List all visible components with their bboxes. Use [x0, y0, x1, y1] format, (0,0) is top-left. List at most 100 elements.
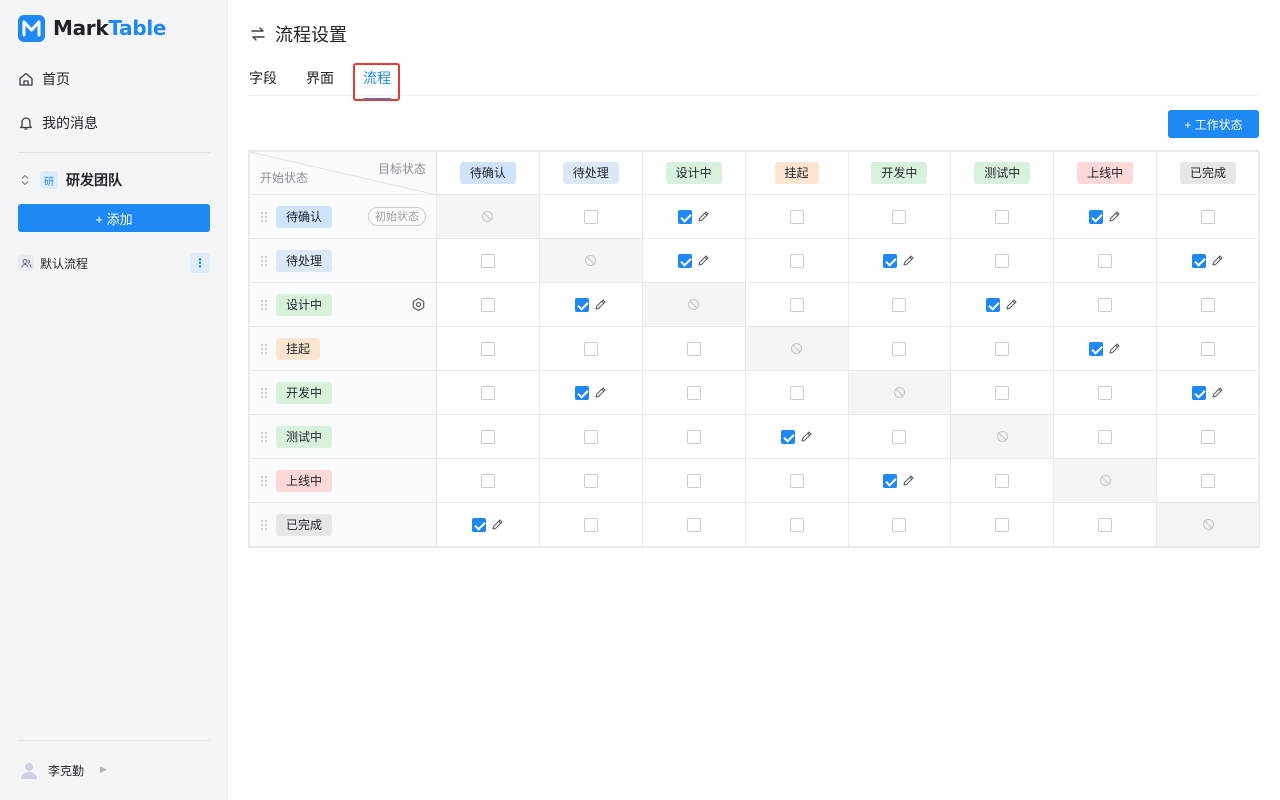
user-name: 李克勤	[48, 763, 85, 778]
transition-checkbox[interactable]	[789, 209, 804, 224]
transition-checkbox[interactable]	[686, 517, 701, 532]
drag-handle-icon[interactable]	[260, 519, 268, 531]
transition-checkbox[interactable]	[1098, 517, 1113, 532]
tab-fields[interactable]: 字段	[249, 68, 277, 92]
edit-icon[interactable]	[491, 518, 504, 531]
transition-checkbox[interactable]	[995, 517, 1010, 532]
transition-checkbox[interactable]	[892, 341, 907, 356]
transition-cell	[744, 282, 849, 327]
transition-checkbox[interactable]	[1098, 253, 1113, 268]
transition-checkbox[interactable]	[1098, 429, 1113, 444]
row-header: 已完成	[249, 502, 437, 547]
transition-checkbox[interactable]	[1098, 297, 1113, 312]
edit-icon[interactable]	[800, 430, 813, 443]
drag-handle-icon[interactable]	[260, 387, 268, 399]
transition-checkbox[interactable]	[995, 209, 1010, 224]
transition-checkbox[interactable]	[574, 385, 589, 400]
transition-checkbox[interactable]	[986, 297, 1001, 312]
transition-checkbox[interactable]	[686, 341, 701, 356]
transition-checkbox[interactable]	[480, 297, 495, 312]
transition-checkbox[interactable]	[480, 253, 495, 268]
transition-checkbox[interactable]	[1089, 209, 1104, 224]
transition-checkbox[interactable]	[1201, 473, 1216, 488]
transition-checkbox[interactable]	[1192, 385, 1207, 400]
transition-checkbox[interactable]	[789, 473, 804, 488]
transition-cell	[847, 502, 952, 547]
transition-checkbox[interactable]	[677, 253, 692, 268]
settings-icon[interactable]	[411, 297, 426, 312]
transition-checkbox[interactable]	[1201, 429, 1216, 444]
transition-cell	[436, 326, 540, 371]
transition-checkbox[interactable]	[480, 341, 495, 356]
drag-handle-icon[interactable]	[260, 211, 268, 223]
edit-icon[interactable]	[902, 474, 915, 487]
transition-checkbox[interactable]	[480, 473, 495, 488]
sidebar-item-default-flow[interactable]: 默认流程 ⋮	[18, 252, 210, 274]
column-header: 测试中	[950, 151, 1055, 195]
transition-checkbox[interactable]	[789, 253, 804, 268]
edit-icon[interactable]	[1211, 254, 1224, 267]
transition-checkbox[interactable]	[883, 473, 898, 488]
edit-icon[interactable]	[1005, 298, 1018, 311]
transition-checkbox[interactable]	[789, 297, 804, 312]
transition-checkbox[interactable]	[480, 429, 495, 444]
more-options-icon[interactable]: ⋮	[190, 253, 210, 273]
transition-checkbox[interactable]	[471, 517, 486, 532]
nav-item-messages[interactable]: 我的消息	[18, 111, 98, 135]
drag-handle-icon[interactable]	[260, 255, 268, 267]
transition-checkbox[interactable]	[686, 473, 701, 488]
nav-item-home[interactable]: 首页	[18, 67, 70, 91]
transition-checkbox[interactable]	[892, 209, 907, 224]
transition-checkbox[interactable]	[1201, 297, 1216, 312]
edit-icon[interactable]	[594, 386, 607, 399]
tab-interface[interactable]: 界面	[306, 68, 334, 92]
transition-checkbox[interactable]	[686, 385, 701, 400]
drag-handle-icon[interactable]	[260, 431, 268, 443]
transition-checkbox[interactable]	[995, 253, 1010, 268]
transition-checkbox[interactable]	[892, 429, 907, 444]
transition-checkbox[interactable]	[789, 517, 804, 532]
drag-handle-icon[interactable]	[260, 343, 268, 355]
edit-icon[interactable]	[594, 298, 607, 311]
ban-icon	[790, 342, 803, 355]
edit-icon[interactable]	[1108, 210, 1121, 223]
transition-cell	[744, 414, 849, 459]
transition-checkbox[interactable]	[574, 297, 589, 312]
edit-icon[interactable]	[697, 254, 710, 267]
drag-handle-icon[interactable]	[260, 299, 268, 311]
transition-checkbox[interactable]	[995, 473, 1010, 488]
edit-icon[interactable]	[1211, 386, 1224, 399]
edit-icon[interactable]	[1108, 342, 1121, 355]
disabled-cell	[950, 414, 1055, 459]
transition-checkbox[interactable]	[583, 517, 598, 532]
team-switcher[interactable]: 研 研发团队	[18, 168, 122, 192]
transition-checkbox[interactable]	[1201, 341, 1216, 356]
user-menu[interactable]: 李克勤 ▶	[18, 758, 107, 782]
transition-checkbox[interactable]	[883, 253, 898, 268]
transition-checkbox[interactable]	[480, 385, 495, 400]
transition-checkbox[interactable]	[995, 385, 1010, 400]
transition-checkbox[interactable]	[1201, 209, 1216, 224]
transition-checkbox[interactable]	[677, 209, 692, 224]
ban-icon	[584, 254, 597, 267]
transition-checkbox[interactable]	[583, 341, 598, 356]
transition-checkbox[interactable]	[892, 297, 907, 312]
row-header: 待处理	[249, 238, 437, 283]
add-work-state-button[interactable]: + 工作状态	[1168, 110, 1259, 138]
transition-checkbox[interactable]	[583, 473, 598, 488]
transition-checkbox[interactable]	[892, 517, 907, 532]
transition-checkbox[interactable]	[1098, 385, 1113, 400]
transition-checkbox[interactable]	[789, 385, 804, 400]
transition-checkbox[interactable]	[780, 429, 795, 444]
app-logo[interactable]: MarkTable	[18, 14, 166, 42]
drag-handle-icon[interactable]	[260, 475, 268, 487]
add-button[interactable]: + 添加	[18, 204, 210, 232]
transition-checkbox[interactable]	[1089, 341, 1104, 356]
transition-checkbox[interactable]	[1192, 253, 1207, 268]
transition-checkbox[interactable]	[686, 429, 701, 444]
transition-checkbox[interactable]	[995, 341, 1010, 356]
transition-checkbox[interactable]	[583, 429, 598, 444]
transition-checkbox[interactable]	[583, 209, 598, 224]
edit-icon[interactable]	[902, 254, 915, 267]
edit-icon[interactable]	[697, 210, 710, 223]
